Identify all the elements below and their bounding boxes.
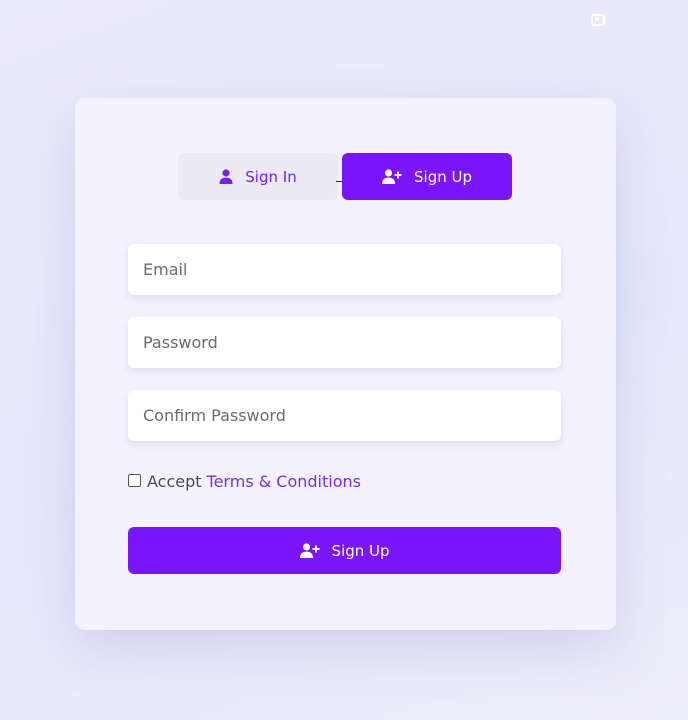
user-plus-icon	[382, 169, 402, 184]
accept-label: Accept	[147, 472, 202, 491]
user-plus-icon	[299, 543, 320, 558]
user-icon	[219, 169, 233, 184]
tab-sign-in-label: Sign In	[245, 167, 297, 186]
tab-sign-up[interactable]: Sign Up	[342, 153, 512, 200]
auth-tabs: Sign In Sign Up	[178, 153, 512, 200]
email-placeholder: Email	[143, 260, 188, 279]
signup-card: Sign In Sign Up Email Password Confirm P…	[75, 98, 616, 630]
sign-up-button-label: Sign Up	[331, 541, 390, 560]
tab-sign-up-label: Sign Up	[414, 167, 472, 186]
tab-sign-in[interactable]: Sign In	[178, 153, 338, 200]
confirm-password-placeholder: Confirm Password	[143, 406, 286, 425]
email-field[interactable]: Email	[128, 244, 561, 295]
password-field[interactable]: Password	[128, 317, 561, 368]
camera-icon	[591, 14, 605, 26]
accept-terms-checkbox[interactable]	[128, 474, 141, 487]
terms-link[interactable]: Terms & Conditions	[207, 472, 361, 491]
password-placeholder: Password	[143, 333, 218, 352]
watermark	[591, 14, 667, 26]
sign-up-button[interactable]: Sign Up	[128, 527, 561, 574]
accept-terms-row: Accept Terms & Conditions	[128, 472, 361, 491]
confirm-password-field[interactable]: Confirm Password	[128, 390, 561, 441]
